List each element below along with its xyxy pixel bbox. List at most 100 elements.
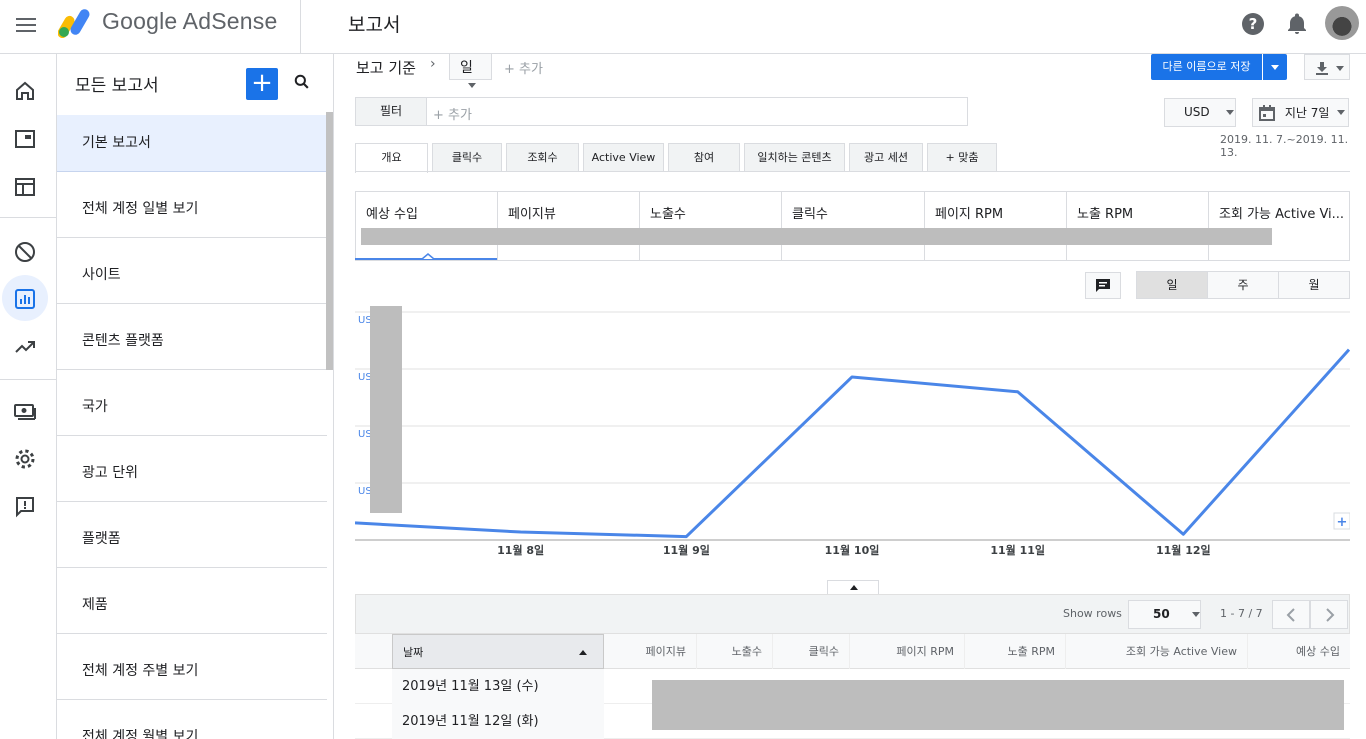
layout-icon[interactable] (13, 175, 37, 199)
report-item-account-weekly[interactable]: 전체 계정 주별 보기 (57, 643, 327, 700)
column-header-impressions[interactable]: 노출수 (697, 634, 773, 669)
filter-input[interactable]: + 추가 (426, 97, 968, 126)
previous-page-button[interactable] (1272, 600, 1310, 629)
metric-page-views[interactable]: 페이지뷰 (498, 192, 640, 260)
tab-engagement[interactable]: 참여 (668, 143, 740, 171)
report-item-ad-units[interactable]: 광고 단위 (57, 445, 327, 502)
report-item-platforms[interactable]: 플랫폼 (57, 511, 327, 568)
help-icon[interactable]: ? (1241, 12, 1265, 36)
annotation-button[interactable] (1085, 272, 1121, 299)
next-page-button[interactable] (1310, 600, 1348, 629)
y-tick-label: US (358, 429, 372, 440)
top-app-bar: Google AdSense 보고서 ? (0, 0, 1366, 54)
dimension-select[interactable]: 일 (449, 53, 492, 88)
metric-impressions[interactable]: 노출수 (640, 192, 782, 260)
granularity-day[interactable]: 일 (1136, 271, 1208, 299)
rail-divider (0, 379, 57, 380)
ads-icon[interactable] (13, 127, 37, 151)
breadcrumb-chevron: › (430, 56, 436, 72)
sort-ascending-icon (579, 650, 587, 655)
report-item-account-monthly[interactable]: 전체 계정 월별 보기 (57, 709, 327, 739)
column-header-impression-rpm[interactable]: 노출 RPM (965, 634, 1066, 669)
report-item-products[interactable]: 제품 (57, 577, 327, 634)
x-tick-label: 11월 11일 (990, 543, 1045, 557)
home-icon[interactable] (13, 79, 37, 103)
navigation-rail (0, 54, 57, 739)
y-tick-label: US (358, 372, 372, 383)
rail-divider (0, 217, 57, 218)
metric-impression-rpm[interactable]: 노출 RPM (1067, 192, 1209, 260)
save-as-button[interactable]: 다른 이름으로 저장 (1151, 54, 1262, 80)
pagination-info: 1 - 7 / 7 (1220, 607, 1263, 620)
add-report-button[interactable]: + (246, 68, 278, 100)
rows-per-page-value: 50 (1153, 607, 1170, 621)
column-header-page-rpm[interactable]: 페이지 RPM (850, 634, 965, 669)
zoom-plus-icon: + (1337, 515, 1348, 530)
redacted-table-values (652, 680, 1344, 730)
x-tick-label: 11월 10일 (825, 543, 880, 557)
column-header-date-label: 날짜 (403, 646, 424, 659)
currency-select[interactable]: USD (1164, 98, 1236, 127)
column-header-estimated-earnings[interactable]: 예상 수입 (1248, 634, 1350, 669)
settings-icon[interactable] (13, 447, 37, 471)
save-as-dropdown-button[interactable] (1263, 54, 1287, 80)
feedback-icon[interactable] (13, 495, 37, 519)
metric-page-rpm[interactable]: 페이지 RPM (925, 192, 1067, 260)
tabs-divider (355, 171, 1350, 172)
filter-label: 필터 (355, 97, 427, 126)
chevron-down-icon (1191, 612, 1200, 617)
table-cell-date: 2019년 11월 13일 (수) (392, 669, 604, 704)
column-header-date[interactable]: 날짜 (392, 634, 604, 669)
granularity-month[interactable]: 월 (1278, 271, 1350, 299)
panel-scrollbar[interactable] (326, 112, 333, 370)
reports-icon[interactable] (13, 287, 37, 311)
notifications-icon[interactable] (1285, 12, 1309, 36)
report-item-sites[interactable]: 사이트 (57, 247, 327, 304)
tab-clicks[interactable]: 클릭수 (432, 143, 502, 171)
chevron-up-icon (850, 585, 858, 590)
avatar[interactable] (1325, 6, 1359, 40)
report-item-countries[interactable]: 국가 (57, 379, 327, 436)
tab-ad-sessions[interactable]: 광고 세션 (849, 143, 923, 171)
column-header-active-view[interactable]: 조회 가능 Active View (1066, 634, 1248, 669)
tab-views[interactable]: 조회수 (506, 143, 579, 171)
block-icon[interactable] (13, 240, 37, 264)
search-icon[interactable] (292, 72, 312, 92)
chevron-down-icon (468, 82, 476, 88)
redacted-y-axis (370, 306, 402, 513)
metric-clicks[interactable]: 클릭수 (782, 192, 925, 260)
column-header-clicks[interactable]: 클릭수 (773, 634, 850, 669)
redacted-metric-values (361, 228, 1272, 245)
tab-matched-content[interactable]: 일치하는 콘텐츠 (744, 143, 845, 171)
app-brand[interactable]: Google AdSense (102, 8, 277, 35)
rows-per-page-select[interactable]: 50 (1128, 600, 1201, 629)
column-header-page-views[interactable]: 페이지뷰 (604, 634, 697, 669)
x-tick-label: 11월 12일 (1156, 543, 1211, 557)
collapse-chart-button[interactable] (827, 580, 879, 594)
y-tick-label: US (358, 315, 372, 326)
tab-active-view[interactable]: Active View (583, 143, 664, 171)
date-range-value: 지난 7일 (1284, 106, 1330, 120)
chart-zoom-button[interactable]: + (1333, 512, 1350, 530)
chevron-down-icon (1271, 65, 1279, 70)
chevron-down-icon (1337, 110, 1346, 115)
date-range-select[interactable]: 지난 7일 (1252, 98, 1349, 127)
earnings-series-line[interactable] (355, 348, 1350, 539)
payments-icon[interactable] (13, 399, 37, 423)
metric-estimated-earnings[interactable]: 예상 수입 (356, 192, 498, 260)
report-by-label: 보고 기준 (356, 59, 416, 77)
menu-icon[interactable] (16, 14, 38, 36)
trending-icon[interactable] (13, 335, 37, 359)
add-dimension-link[interactable]: + 추가 (504, 58, 543, 77)
report-item-content-platforms[interactable]: 콘텐츠 플랫폼 (57, 313, 327, 370)
metric-active-view-viewable[interactable]: 조회 가능 Active Vi... (1209, 192, 1349, 260)
report-item-account-daily[interactable]: 전체 계정 일별 보기 (57, 181, 327, 238)
tab-overview[interactable]: 개요 (355, 143, 428, 173)
chevron-down-icon (1226, 110, 1235, 115)
table-cell-date: 2019년 11월 12일 (화) (392, 704, 604, 739)
metrics-scorecard: 예상 수입 페이지뷰 노출수 클릭수 페이지 RPM 노출 RPM 조회 가능 … (355, 191, 1350, 261)
tab-custom[interactable]: + 맞춤 (927, 143, 997, 171)
report-item-basic[interactable]: 기본 보고서 (57, 115, 327, 172)
download-button[interactable] (1304, 54, 1350, 80)
granularity-week[interactable]: 주 (1207, 271, 1279, 299)
